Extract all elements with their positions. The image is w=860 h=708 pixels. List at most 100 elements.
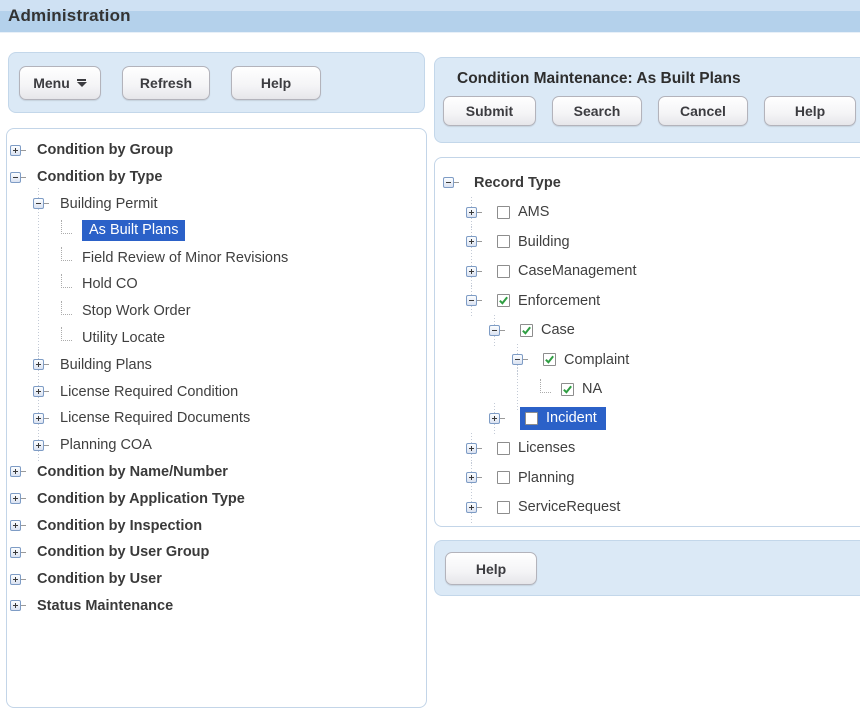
checkbox-checked-icon[interactable] — [520, 324, 533, 337]
collapse-icon[interactable] — [512, 354, 529, 365]
cancel-button[interactable]: Cancel — [658, 96, 748, 126]
help-button[interactable]: Help — [231, 66, 321, 100]
tree-item-licenses[interactable]: Licenses — [443, 434, 860, 464]
tree-item-label: Hold CO — [82, 276, 138, 292]
checkbox-checked-icon[interactable] — [497, 294, 510, 307]
expand-icon[interactable] — [10, 466, 27, 477]
tree-item-label: License Required Condition — [60, 384, 238, 400]
expand-icon[interactable] — [10, 547, 27, 558]
checkbox-unchecked-icon[interactable] — [497, 265, 510, 278]
tree-indent — [443, 286, 466, 316]
right-tree-panel: Record Type AMS BuildingCaseManagementEnfo… — [434, 157, 860, 527]
tree-item-planning-coa[interactable]: Planning COA — [10, 432, 426, 459]
expand-icon[interactable] — [489, 413, 506, 424]
tree-indent — [443, 316, 489, 346]
tree-item-label: AMS — [518, 204, 549, 220]
leaf-connector-icon — [61, 247, 72, 261]
submit-button-label: Submit — [466, 103, 513, 119]
tree-item-ams[interactable]: AMS — [443, 198, 860, 228]
expand-icon[interactable] — [466, 472, 483, 483]
tree-indent — [10, 351, 33, 378]
tree-item-condition-by-inspection[interactable]: Condition by Inspection — [10, 512, 426, 539]
tree-item-utility-locate[interactable]: Utility Locate — [10, 325, 426, 352]
expand-icon[interactable] — [466, 207, 483, 218]
tree-item-condition-by-user[interactable]: Condition by User — [10, 566, 426, 593]
expand-icon[interactable] — [33, 440, 50, 451]
tree-item-casemanagement[interactable]: CaseManagement — [443, 257, 860, 287]
collapse-icon[interactable] — [33, 198, 50, 209]
tree-indent — [443, 257, 466, 287]
tree-indent — [443, 434, 466, 464]
tree-indent — [443, 198, 466, 228]
tree-item-condition-by-group[interactable]: Condition by Group — [10, 137, 426, 164]
help-button[interactable]: Help — [445, 552, 537, 585]
tree-item-record-type[interactable]: Record Type — [443, 168, 860, 198]
collapse-icon[interactable] — [489, 325, 506, 336]
expand-icon[interactable] — [10, 600, 27, 611]
tree-item-label: Stop Work Order — [82, 303, 191, 319]
menu-button[interactable]: Menu — [19, 66, 101, 100]
tree-item-case[interactable]: Case — [443, 316, 860, 346]
expand-icon[interactable] — [466, 502, 483, 513]
tree-item-incident[interactable]: Incident — [443, 404, 860, 434]
expand-icon[interactable] — [10, 574, 27, 585]
tree-item-na[interactable]: NA — [443, 375, 860, 405]
right-footer-panel: Help — [434, 540, 860, 596]
checkbox-unchecked-icon[interactable] — [497, 235, 510, 248]
tree-item-condition-by-name-number[interactable]: Condition by Name/Number — [10, 459, 426, 486]
checkbox-unchecked-icon[interactable] — [497, 501, 510, 514]
tree-item-field-review-of-minor-revisions[interactable]: Field Review of Minor Revisions — [10, 244, 426, 271]
expand-icon[interactable] — [466, 443, 483, 454]
expand-icon[interactable] — [33, 413, 50, 424]
tree-item-as-built-plans[interactable]: As Built Plans — [10, 217, 426, 244]
help-button[interactable]: Help — [764, 96, 856, 126]
tree-item-planning[interactable]: Planning — [443, 463, 860, 493]
tree-item-status-maintenance[interactable]: Status Maintenance — [10, 593, 426, 620]
expand-icon[interactable] — [466, 266, 483, 277]
title-bar: Administration — [0, 0, 860, 33]
menu-button-label: Menu — [33, 75, 70, 91]
record-type-tree: Record Type AMS BuildingCaseManagementEnfo… — [443, 168, 860, 522]
tree-item-hold-co[interactable]: Hold CO — [10, 271, 426, 298]
expand-icon[interactable] — [10, 520, 27, 531]
help-button-label: Help — [795, 103, 825, 119]
tree-item-license-required-documents[interactable]: License Required Documents — [10, 405, 426, 432]
expand-icon[interactable] — [10, 145, 27, 156]
expand-icon[interactable] — [33, 359, 50, 370]
collapse-icon[interactable] — [10, 172, 27, 183]
tree-item-stop-work-order[interactable]: Stop Work Order — [10, 298, 426, 325]
tree-item-servicerequest[interactable]: ServiceRequest — [443, 493, 860, 523]
selected-tree-item-highlight[interactable]: Incident — [520, 407, 606, 430]
tree-item-label: Licenses — [518, 440, 575, 456]
checkbox-unchecked-icon[interactable] — [525, 412, 538, 425]
tree-item-condition-by-type[interactable]: Condition by Type — [10, 164, 426, 191]
tree-indent — [10, 271, 56, 298]
tree-item-label: Condition by User Group — [37, 544, 209, 560]
tree-item-enforcement[interactable]: Enforcement — [443, 286, 860, 316]
tree-item-building-permit[interactable]: Building Permit — [10, 191, 426, 218]
tree-indent — [10, 405, 33, 432]
checkbox-unchecked-icon[interactable] — [497, 206, 510, 219]
tree-item-label: Condition by Application Type — [37, 491, 245, 507]
search-button[interactable]: Search — [552, 96, 642, 126]
checkbox-checked-icon[interactable] — [543, 353, 556, 366]
tree-item-condition-by-application-type[interactable]: Condition by Application Type — [10, 485, 426, 512]
tree-item-building[interactable]: Building — [443, 227, 860, 257]
expand-icon[interactable] — [466, 236, 483, 247]
tree-item-label: Planning COA — [60, 437, 152, 453]
collapse-icon[interactable] — [443, 177, 460, 188]
expand-icon[interactable] — [10, 493, 27, 504]
tree-item-label: Condition by Inspection — [37, 518, 202, 534]
expand-icon[interactable] — [33, 386, 50, 397]
tree-item-license-required-condition[interactable]: License Required Condition — [10, 378, 426, 405]
condition-maintenance-title: Condition Maintenance: As Built Plans — [435, 58, 860, 88]
tree-item-condition-by-user-group[interactable]: Condition by User Group — [10, 539, 426, 566]
submit-button[interactable]: Submit — [443, 96, 536, 126]
tree-item-complaint[interactable]: Complaint — [443, 345, 860, 375]
collapse-icon[interactable] — [466, 295, 483, 306]
tree-item-building-plans[interactable]: Building Plans — [10, 351, 426, 378]
checkbox-unchecked-icon[interactable] — [497, 442, 510, 455]
checkbox-unchecked-icon[interactable] — [497, 471, 510, 484]
refresh-button[interactable]: Refresh — [122, 66, 210, 100]
checkbox-checked-icon[interactable] — [561, 383, 574, 396]
